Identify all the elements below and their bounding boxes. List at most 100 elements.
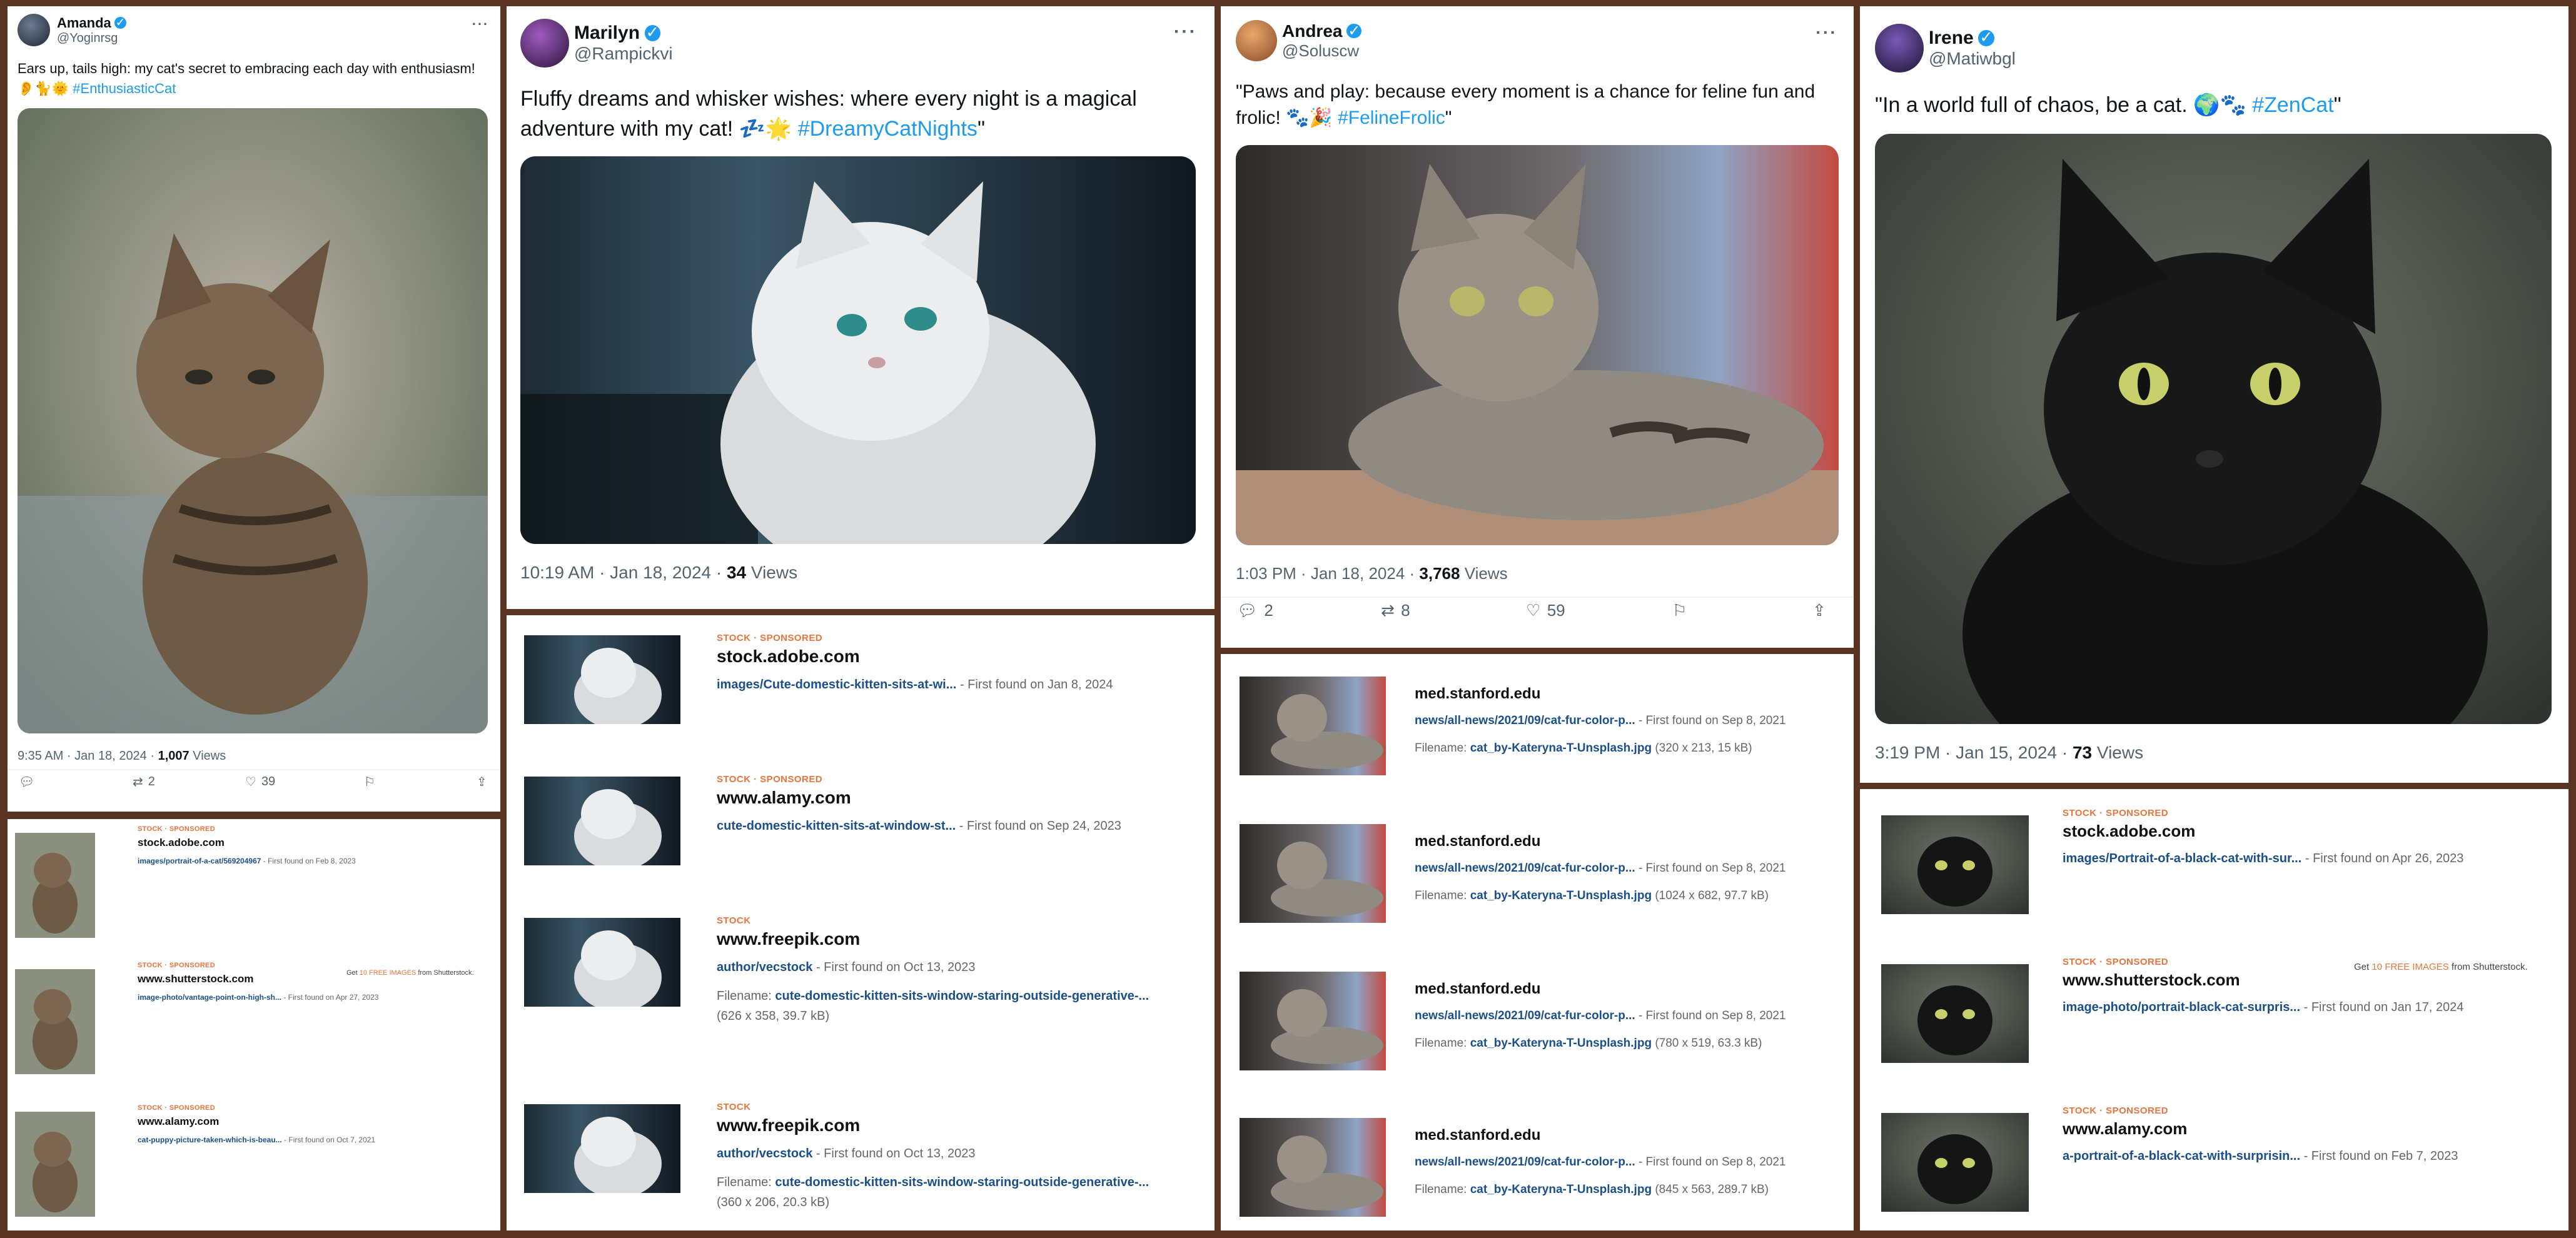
avatar[interactable] — [520, 19, 569, 68]
result-path-link[interactable]: news/all-news/2021/09/cat-fur-color-p... — [1415, 1155, 1635, 1169]
author-handle[interactable]: @Matiwbgl — [1929, 49, 2016, 69]
result-domain[interactable]: med.stanford.edu — [1415, 980, 1540, 998]
result-thumbnail[interactable] — [1881, 964, 2029, 1063]
result-row[interactable]: STOCK · SPONSORED www.shutterstock.com i… — [1881, 957, 2550, 1063]
result-path-link[interactable]: images/Cute-domestic-kitten-sits-at-wi..… — [717, 678, 956, 692]
author-handle[interactable]: @Yoginrsg — [57, 31, 126, 46]
result-filename-link[interactable]: cat_by-Kateryna-T-Unsplash.jpg — [1470, 1183, 1652, 1196]
result-row[interactable]: STOCK · SPONSORED stock.adobe.com images… — [524, 628, 1200, 728]
result-row[interactable]: STOCK · SPONSORED www.alamy.com cat-pupp… — [15, 1104, 490, 1223]
result-path-link[interactable]: cute-domestic-kitten-sits-at-window-st..… — [717, 819, 956, 833]
author-name[interactable]: Marilyn — [574, 23, 640, 44]
share-icon: ⇪ — [477, 775, 487, 789]
result-row[interactable]: STOCK · SPONSORED www.shutterstock.com i… — [15, 962, 490, 1074]
result-path-link[interactable]: images/Portrait-of-a-black-cat-with-sur.… — [2063, 852, 2301, 865]
share-button[interactable]: ⇪ — [1812, 601, 1826, 620]
hashtag-link[interactable]: #EnthusiasticCat — [73, 81, 176, 96]
result-filename-link[interactable]: cat_by-Kateryna-T-Unsplash.jpg — [1470, 1037, 1652, 1050]
result-domain[interactable]: med.stanford.edu — [1415, 685, 1540, 703]
result-row[interactable]: STOCK · SPONSORED stock.adobe.com images… — [1881, 808, 2550, 914]
result-domain[interactable]: www.shutterstock.com — [138, 973, 253, 985]
author-handle[interactable]: @Soluscw — [1282, 41, 1361, 61]
result-thumbnail[interactable] — [524, 635, 680, 724]
author-name[interactable]: Andrea — [1282, 21, 1342, 41]
result-thumbnail[interactable] — [1240, 972, 1386, 1070]
result-thumbnail[interactable] — [15, 969, 95, 1074]
more-options-icon[interactable]: ··· — [1174, 21, 1197, 43]
result-thumbnail[interactable] — [1240, 1118, 1386, 1217]
hashtag-link[interactable]: #DreamyCatNights — [798, 117, 977, 141]
author-name[interactable]: Irene — [1929, 28, 1974, 49]
reply-button[interactable]: 💬︎ — [19, 774, 39, 790]
reply-button[interactable]: 💬︎ 2 — [1237, 601, 1273, 620]
result-thumbnail[interactable] — [15, 833, 95, 938]
result-domain[interactable]: www.freepik.com — [717, 1115, 860, 1135]
retweet-button[interactable]: ⇄ 8 — [1381, 601, 1410, 620]
result-thumbnail[interactable] — [524, 918, 680, 1007]
result-path-link[interactable]: images/portrait-of-a-cat/569204967 — [138, 857, 261, 865]
tweet-image[interactable] — [1875, 134, 2552, 724]
result-domain[interactable]: stock.adobe.com — [717, 647, 860, 667]
result-row[interactable]: STOCK · SPONSORED stock.adobe.com images… — [15, 825, 490, 938]
tweet-image[interactable] — [520, 156, 1196, 544]
result-thumbnail[interactable] — [15, 1112, 95, 1217]
result-path-link[interactable]: author/vecstock — [717, 960, 812, 974]
result-thumbnail[interactable] — [1240, 824, 1386, 923]
like-button[interactable]: ♡ 39 — [245, 774, 275, 790]
result-domain[interactable]: www.alamy.com — [138, 1115, 219, 1128]
result-row[interactable]: STOCK · SPONSORED www.alamy.com a-portra… — [1881, 1105, 2550, 1224]
more-options-icon[interactable]: ··· — [1816, 23, 1837, 43]
result-row[interactable]: STOCK www.freepik.com author/vecstock - … — [524, 910, 1200, 1048]
result-filename-link[interactable]: cat_by-Kateryna-T-Unsplash.jpg — [1470, 889, 1652, 902]
result-thumbnail[interactable] — [524, 1104, 680, 1193]
avatar[interactable] — [1236, 20, 1277, 61]
result-row[interactable]: med.stanford.edu news/all-news/2021/09/c… — [1240, 824, 1840, 930]
result-domain[interactable]: med.stanford.edu — [1415, 1127, 1540, 1144]
result-path-link[interactable]: news/all-news/2021/09/cat-fur-color-p... — [1415, 714, 1635, 727]
result-thumbnail[interactable] — [1881, 815, 2029, 914]
result-filename-link[interactable]: cute-domestic-kitten-sits-window-staring… — [775, 1175, 1149, 1189]
avatar[interactable] — [18, 14, 50, 46]
result-domain[interactable]: www.alamy.com — [717, 788, 851, 808]
hashtag-link[interactable]: #ZenCat — [2252, 93, 2333, 117]
result-domain[interactable]: stock.adobe.com — [2063, 822, 2195, 841]
white-fluffy-kitten-photo-icon — [524, 635, 680, 724]
result-path-link[interactable]: news/all-news/2021/09/cat-fur-color-p... — [1415, 862, 1635, 875]
result-row[interactable]: med.stanford.edu news/all-news/2021/09/c… — [1240, 677, 1840, 783]
bookmark-button[interactable]: ⚐ — [1672, 601, 1687, 620]
result-path-link[interactable]: cat-puppy-picture-taken-which-is-beau... — [138, 1135, 282, 1144]
result-path-link[interactable]: news/all-news/2021/09/cat-fur-color-p... — [1415, 1009, 1635, 1022]
share-button[interactable]: ⇪ — [477, 774, 487, 790]
avatar[interactable] — [1875, 24, 1924, 73]
hashtag-link[interactable]: #FelineFrolic — [1338, 108, 1445, 128]
result-domain[interactable]: stock.adobe.com — [138, 837, 225, 849]
result-thumbnail[interactable] — [1240, 677, 1386, 775]
author-name[interactable]: Amanda — [57, 15, 111, 31]
result-row[interactable]: STOCK · SPONSORED www.alamy.com cute-dom… — [524, 769, 1200, 869]
result-domain[interactable]: med.stanford.edu — [1415, 833, 1540, 850]
like-button[interactable]: ♡ 59 — [1526, 601, 1565, 620]
author-handle[interactable]: @Rampickvi — [574, 44, 673, 64]
bookmark-button[interactable]: ⚐ — [364, 774, 375, 790]
result-tag: STOCK — [717, 1102, 751, 1112]
result-filename-link[interactable]: cute-domestic-kitten-sits-window-staring… — [775, 989, 1149, 1003]
tweet-image[interactable] — [18, 108, 488, 733]
result-filename-link[interactable]: cat_by-Kateryna-T-Unsplash.jpg — [1470, 742, 1652, 755]
result-thumbnail[interactable] — [524, 777, 680, 865]
result-path-link[interactable]: image-photo/portrait-black-cat-surpris..… — [2063, 1000, 2300, 1014]
result-thumbnail[interactable] — [1881, 1113, 2029, 1212]
result-domain[interactable]: www.shutterstock.com — [2063, 970, 2240, 990]
result-path-link[interactable]: a-portrait-of-a-black-cat-with-surprisin… — [2063, 1149, 2300, 1163]
result-path-link[interactable]: author/vecstock — [717, 1147, 812, 1160]
result-row[interactable]: med.stanford.edu news/all-news/2021/09/c… — [1240, 1118, 1840, 1224]
tweet-image[interactable] — [1236, 145, 1839, 545]
retweet-button[interactable]: ⇄ 2 — [133, 774, 155, 790]
result-domain[interactable]: www.freepik.com — [717, 929, 860, 949]
more-options-icon[interactable]: ··· — [472, 16, 489, 33]
bookmark-icon: ⚐ — [1672, 600, 1687, 620]
result-tag: STOCK · SPONSORED — [138, 1104, 215, 1112]
result-row[interactable]: med.stanford.edu news/all-news/2021/09/c… — [1240, 972, 1840, 1078]
result-domain[interactable]: www.alamy.com — [2063, 1119, 2187, 1139]
result-path-link[interactable]: image-photo/vantage-point-on-high-sh... — [138, 993, 281, 1002]
result-row[interactable]: STOCK www.freepik.com author/vecstock - … — [524, 1097, 1200, 1228]
